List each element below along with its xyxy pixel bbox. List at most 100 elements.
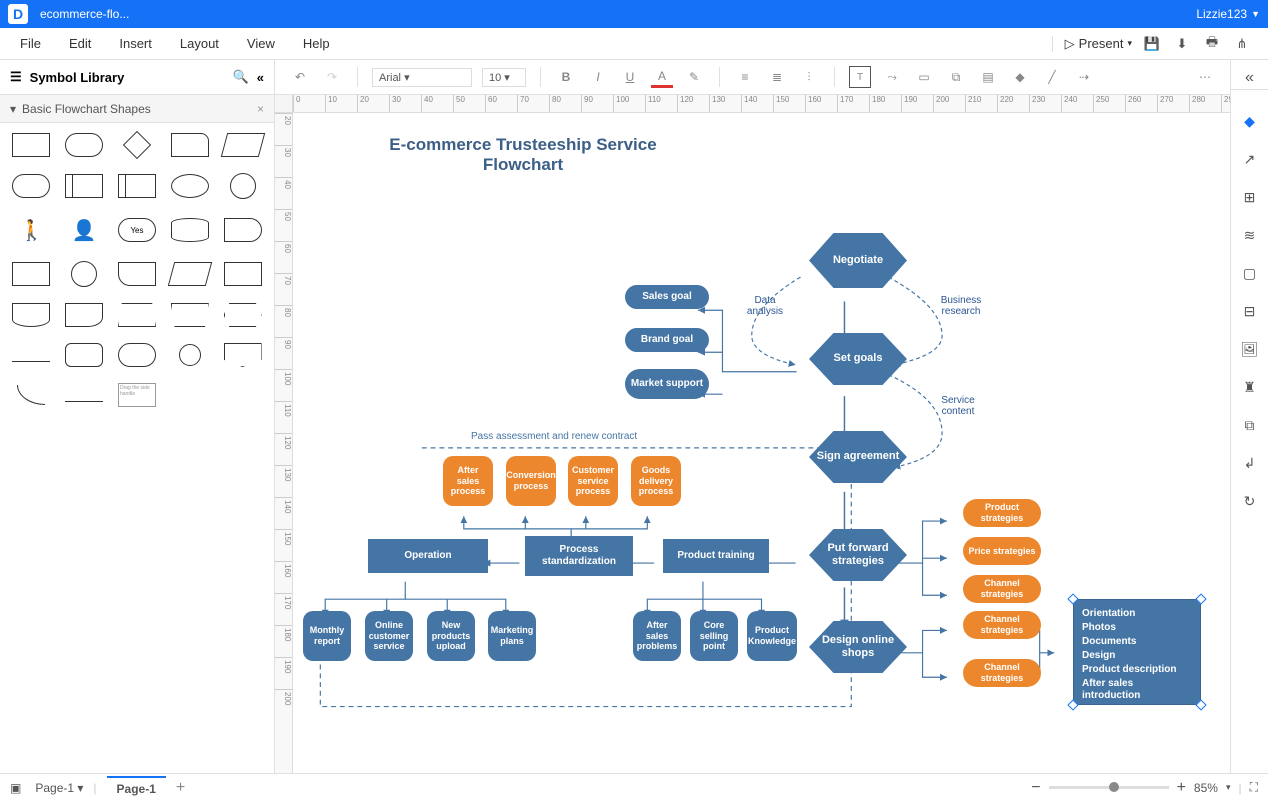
shape-rect2[interactable] <box>224 262 262 286</box>
node-product-knowledge[interactable]: Product Knowledge <box>747 611 797 661</box>
node-customer-service-process[interactable]: Customer service process <box>568 456 618 506</box>
shape-ellipse[interactable] <box>171 174 209 198</box>
shape-input[interactable] <box>168 262 212 286</box>
node-online-customer-service[interactable]: Online customer service <box>365 611 413 661</box>
node-process-std[interactable]: Process standardization <box>525 536 633 576</box>
highlight-button[interactable]: ✎ <box>683 66 705 88</box>
canvas-scroll[interactable]: 0102030405060708090100110120130140150160… <box>275 95 1230 773</box>
node-product-strategies[interactable]: Product strategies <box>963 499 1041 527</box>
menu-view[interactable]: View <box>233 30 289 57</box>
font-select[interactable]: Arial ▾ <box>372 68 472 87</box>
textbox-button[interactable]: T <box>849 66 871 88</box>
zoom-in-button[interactable]: + <box>1177 779 1186 797</box>
shape-trap[interactable] <box>118 303 156 327</box>
layer-button[interactable]: ▤ <box>977 66 999 88</box>
shape-circle[interactable] <box>230 173 256 199</box>
download-icon[interactable]: ⬇ <box>1172 34 1192 54</box>
node-price-strategies[interactable]: Price strategies <box>963 537 1041 565</box>
fill-button[interactable]: ◆ <box>1009 66 1031 88</box>
shape-arrow[interactable] <box>65 401 103 402</box>
node-operation[interactable]: Operation <box>368 539 488 573</box>
node-put-forward[interactable]: Put forward strategies <box>809 529 907 581</box>
node-new-products-upload[interactable]: New products upload <box>427 611 475 661</box>
linestyle-button[interactable]: ⇢ <box>1073 66 1095 88</box>
node-listbox-selected[interactable]: Orientation Photos Documents Design Prod… <box>1073 599 1201 705</box>
shape-user[interactable]: 👤 <box>74 215 94 245</box>
more-button[interactable]: ⋯ <box>1194 66 1216 88</box>
node-design-shops[interactable]: Design online shops <box>809 621 907 673</box>
shape-rounded2[interactable] <box>65 343 103 367</box>
node-brand-goal[interactable]: Brand goal <box>625 328 709 352</box>
line-button[interactable]: ╱ <box>1041 66 1063 88</box>
node-product-training[interactable]: Product training <box>663 539 769 573</box>
fullscreen-button[interactable]: ⛶ <box>1250 780 1258 795</box>
zoom-dropdown-icon[interactable]: ▾ <box>1226 782 1231 793</box>
rail-expand-button[interactable]: « <box>1231 66 1268 90</box>
shape-rect[interactable] <box>12 133 50 157</box>
shape-arc[interactable] <box>17 385 45 405</box>
rail-tree-icon[interactable]: ♜ <box>1239 376 1261 398</box>
fontsize-select[interactable]: 10 ▾ <box>482 68 526 87</box>
menu-file[interactable]: File <box>6 30 55 57</box>
rail-history-icon[interactable]: ↻ <box>1239 490 1261 512</box>
shape-button[interactable]: ▭ <box>913 66 935 88</box>
menu-layout[interactable]: Layout <box>166 30 233 57</box>
align-center-button[interactable]: ≣ <box>766 66 788 88</box>
add-page-button[interactable]: + <box>176 779 185 797</box>
shape-wave[interactable] <box>12 303 50 327</box>
shape-rounded-rect[interactable] <box>65 133 103 157</box>
shape-terminator[interactable] <box>12 174 50 198</box>
connector-button[interactable]: ⤳ <box>881 66 903 88</box>
shape-actor[interactable]: 🚶 <box>21 215 41 245</box>
rail-image-icon[interactable]: 🖼 <box>1239 338 1261 360</box>
page-tab-1[interactable]: Page-1 <box>107 776 166 800</box>
node-channel-strategies-3[interactable]: Channel strategies <box>963 659 1041 687</box>
node-sign-agreement[interactable]: Sign agreement <box>809 431 907 483</box>
save-icon[interactable]: 💾 <box>1142 34 1162 54</box>
bold-button[interactable]: B <box>555 66 577 88</box>
rail-data-icon[interactable]: ⊟ <box>1239 300 1261 322</box>
rail-style-icon[interactable]: ◆ <box>1239 110 1261 132</box>
shape-database[interactable] <box>171 218 209 242</box>
shape-note[interactable]: Drag the side handle <box>118 383 156 407</box>
shape-rect-tab[interactable] <box>171 133 209 157</box>
shape-trap2[interactable] <box>171 303 209 327</box>
zoom-slider[interactable] <box>1049 786 1169 789</box>
menu-edit[interactable]: Edit <box>55 30 105 57</box>
menu-insert[interactable]: Insert <box>105 30 166 57</box>
rail-grid-icon[interactable]: ⊞ <box>1239 186 1261 208</box>
shape-display[interactable] <box>224 218 262 242</box>
canvas[interactable]: E-commerce Trusteeship Service Flowchart <box>293 113 1230 773</box>
node-market-support[interactable]: Market support <box>625 369 709 399</box>
present-button[interactable]: ▷ Present ▾ <box>1052 36 1132 52</box>
close-icon[interactable]: × <box>257 102 264 116</box>
node-core-selling-point[interactable]: Core selling point <box>690 611 738 661</box>
rail-back-icon[interactable]: ↲ <box>1239 452 1261 474</box>
node-goods-delivery-process[interactable]: Goods delivery process <box>631 456 681 506</box>
print-icon[interactable]: 🖶 <box>1202 34 1222 54</box>
node-negotiate[interactable]: Negotiate <box>809 233 907 288</box>
shape-line[interactable] <box>12 361 50 362</box>
rail-play-icon[interactable]: ▢ <box>1239 262 1261 284</box>
underline-button[interactable]: U <box>619 66 641 88</box>
shape-pentagon[interactable] <box>224 343 262 367</box>
shapes-section-header[interactable]: ▾ Basic Flowchart Shapes × <box>0 95 274 123</box>
undo-button[interactable]: ↶ <box>289 66 311 88</box>
node-marketing-plans[interactable]: Marketing plans <box>488 611 536 661</box>
align-top-button[interactable]: ⫶ <box>798 66 820 88</box>
shape-hex[interactable] <box>224 303 262 327</box>
node-sales-goal[interactable]: Sales goal <box>625 285 709 309</box>
share-icon[interactable]: ⋔ <box>1232 34 1252 54</box>
page-dropdown[interactable]: Page-1 ▾ <box>35 781 83 795</box>
fontcolor-button[interactable]: A <box>651 66 673 88</box>
node-after-sales-problems[interactable]: After sales problems <box>633 611 681 661</box>
node-channel-strategies-1[interactable]: Channel strategies <box>963 575 1041 603</box>
rail-layers-icon[interactable]: ≋ <box>1239 224 1261 246</box>
node-conversion-process[interactable]: Conversion process <box>506 456 556 506</box>
shape-predefined2[interactable] <box>118 174 156 198</box>
italic-button[interactable]: I <box>587 66 609 88</box>
collapse-icon[interactable]: « <box>257 70 264 85</box>
node-monthly-report[interactable]: Monthly report <box>303 611 351 661</box>
rail-copy-icon[interactable]: ⧉ <box>1239 414 1261 436</box>
shape-yes[interactable]: Yes <box>118 218 156 242</box>
